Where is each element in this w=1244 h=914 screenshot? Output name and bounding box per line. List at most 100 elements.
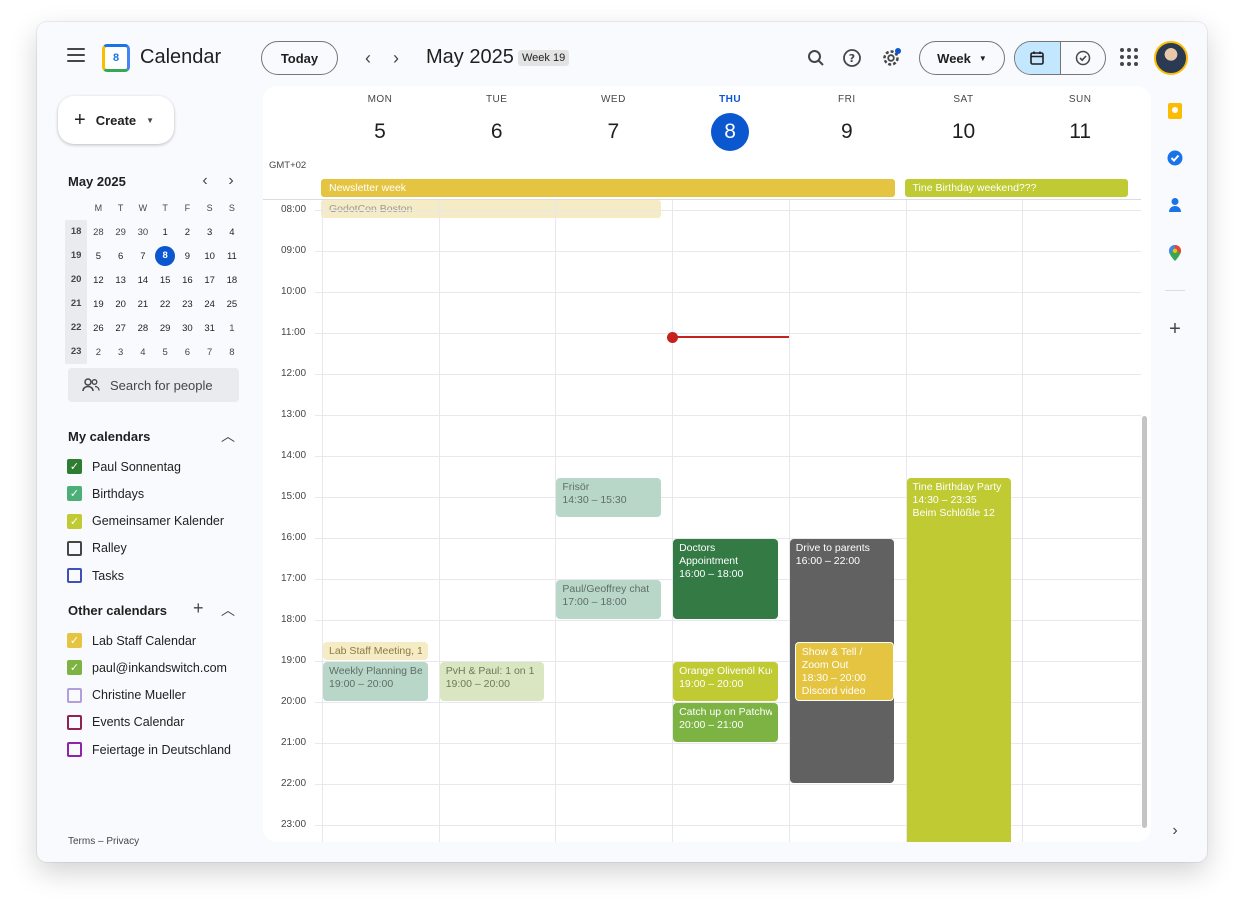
checkbox[interactable]: ✓: [67, 633, 82, 648]
search-icon[interactable]: [803, 45, 829, 71]
tasks-view-icon[interactable]: [1061, 42, 1106, 74]
day-number[interactable]: 5: [361, 113, 399, 151]
today-button[interactable]: Today: [261, 41, 338, 75]
mini-day[interactable]: 30: [176, 323, 198, 334]
event-block[interactable]: Paul/Geoffrey chat 17:00 – 18:00: [556, 580, 662, 620]
add-calendar-icon[interactable]: +: [193, 598, 204, 619]
mini-day[interactable]: 27: [110, 323, 132, 334]
mini-day[interactable]: 3: [199, 227, 221, 238]
chevron-up-icon[interactable]: ︿: [221, 426, 235, 446]
mini-week-number[interactable]: 20: [65, 268, 88, 292]
mini-week-number[interactable]: 21: [65, 292, 88, 316]
calendar-item[interactable]: Christine Mueller: [67, 687, 186, 703]
all-day-event[interactable]: Tine Birthday weekend???: [904, 179, 1128, 197]
mini-week-number[interactable]: 19: [65, 244, 88, 268]
mini-day[interactable]: 3: [110, 347, 132, 358]
mini-week-number[interactable]: 22: [65, 316, 88, 340]
other-calendars-title[interactable]: Other calendars: [68, 603, 167, 618]
calendar-item[interactable]: Ralley: [67, 540, 127, 556]
main-menu-icon[interactable]: [67, 48, 85, 62]
vertical-scrollbar[interactable]: [1142, 416, 1147, 828]
mini-week-number[interactable]: 23: [65, 340, 88, 364]
checkbox[interactable]: ✓: [67, 459, 82, 474]
create-button[interactable]: + Create ▼: [58, 96, 174, 144]
mini-day[interactable]: 4: [132, 347, 154, 358]
mini-day[interactable]: 25: [221, 299, 243, 310]
mini-day[interactable]: 14: [132, 275, 154, 286]
calendar-item[interactable]: ✓ Birthdays: [67, 486, 144, 502]
mini-day[interactable]: 2: [176, 227, 198, 238]
checkbox[interactable]: [67, 540, 82, 556]
checkbox[interactable]: [67, 687, 82, 703]
mini-day[interactable]: 9: [176, 251, 198, 262]
day-header[interactable]: FRI 9: [789, 94, 905, 151]
apps-icon[interactable]: [1120, 48, 1138, 66]
next-week-icon[interactable]: ›: [385, 47, 407, 69]
mini-day[interactable]: 10: [199, 251, 221, 262]
mini-day[interactable]: 5: [87, 251, 109, 262]
checkbox[interactable]: ✓: [67, 513, 82, 529]
event-block[interactable]: Catch up on Patchwork20:00 – 21:00: [673, 703, 778, 743]
expand-icon[interactable]: ›: [1164, 820, 1186, 842]
mini-next-month-icon[interactable]: ›: [220, 170, 242, 192]
mini-day[interactable]: 7: [132, 251, 154, 262]
avatar[interactable]: [1154, 41, 1188, 75]
mini-day[interactable]: 6: [110, 251, 132, 262]
mini-day[interactable]: 23: [176, 299, 198, 310]
mini-day[interactable]: 26: [87, 323, 109, 334]
day-number[interactable]: 10: [945, 113, 983, 151]
mini-day[interactable]: 15: [154, 275, 176, 286]
day-number[interactable]: 11: [1061, 113, 1099, 151]
add-icon[interactable]: +: [1164, 318, 1186, 340]
mini-prev-month-icon[interactable]: ‹: [194, 170, 216, 192]
calendar-item[interactable]: Feiertage in Deutschland: [67, 742, 231, 758]
time-grid[interactable]: 08:00 09:00 10:00 11:00 12:00 13:00 14:00 15:00…: [263, 199, 1141, 842]
mini-day[interactable]: 8: [221, 347, 243, 358]
chevron-up-icon[interactable]: ︿: [221, 600, 235, 620]
mini-day[interactable]: 24: [199, 299, 221, 310]
day-header[interactable]: SAT 10: [906, 94, 1022, 151]
mini-day[interactable]: 29: [154, 323, 176, 334]
event-block[interactable]: Show & Tell / Zoom Out 18:30 – 20:00 Disco…: [794, 641, 895, 702]
mini-day[interactable]: 2: [87, 347, 109, 358]
mini-day[interactable]: 22: [154, 299, 176, 310]
event-block[interactable]: Lab Staff Meeting, 18:30: [323, 641, 428, 661]
all-day-event[interactable]: Newsletter week: [321, 179, 895, 197]
day-header[interactable]: TUE 6: [439, 94, 555, 151]
contacts-icon[interactable]: [1164, 194, 1186, 216]
keep-icon[interactable]: [1164, 100, 1186, 122]
day-number[interactable]: 9: [828, 113, 866, 151]
my-calendars-title[interactable]: My calendars: [68, 429, 150, 444]
mini-day[interactable]: 28: [132, 323, 154, 334]
view-selector[interactable]: Week ▼: [919, 41, 1005, 75]
footer-links[interactable]: Terms – Privacy: [68, 836, 139, 847]
calendar-item[interactable]: Events Calendar: [67, 714, 184, 730]
mini-day[interactable]: 8: [154, 246, 176, 266]
checkbox[interactable]: ✓: [67, 660, 82, 676]
mini-day[interactable]: 12: [87, 275, 109, 286]
day-number[interactable]: 7: [594, 113, 632, 151]
event-block[interactable]: Doctors Appointment 16:00 – 18:00: [673, 539, 778, 620]
event-block[interactable]: Tine Birthday Party 14:30 – 23:35 Beim Sch…: [906, 477, 1012, 842]
mini-day[interactable]: 28: [87, 227, 109, 238]
event-block[interactable]: Frisör 14:30 – 15:30: [556, 477, 662, 517]
mini-day[interactable]: 11: [221, 251, 243, 262]
mini-day[interactable]: 17: [199, 275, 221, 286]
checkbox[interactable]: ✓: [67, 486, 82, 502]
mini-day[interactable]: 1: [221, 323, 243, 334]
day-header[interactable]: WED 7: [555, 94, 671, 151]
calendar-item[interactable]: ✓ Lab Staff Calendar: [67, 633, 196, 648]
day-header[interactable]: SUN 11: [1022, 94, 1138, 151]
checkbox[interactable]: [67, 568, 82, 584]
event-block[interactable]: PvH & Paul: 1 on 1 19:00 – 20:00: [439, 662, 545, 702]
calendar-item[interactable]: ✓ paul@inkandswitch.com: [67, 660, 227, 676]
mini-week-number[interactable]: 18: [65, 220, 88, 244]
calendar-item[interactable]: ✓ Paul Sonnentag: [67, 459, 181, 474]
mini-day[interactable]: 13: [110, 275, 132, 286]
checkbox[interactable]: [67, 714, 82, 730]
calendar-item[interactable]: Tasks: [67, 568, 124, 584]
mini-day[interactable]: 5: [154, 347, 176, 358]
day-header[interactable]: THU 8: [672, 94, 788, 151]
checkbox[interactable]: [67, 742, 82, 758]
day-number[interactable]: 6: [478, 113, 516, 151]
